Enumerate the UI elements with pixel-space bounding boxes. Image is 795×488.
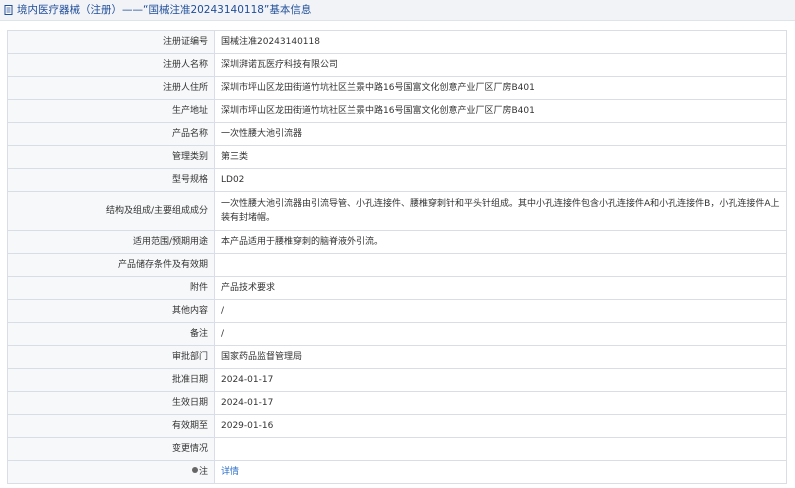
- note-label: 注: [198, 467, 208, 477]
- row-value: /: [214, 299, 787, 323]
- table-row: 注 详情: [7, 460, 787, 484]
- row-value: 2024-01-17: [214, 391, 787, 415]
- table-row: 注册人住所 深圳市坪山区龙田街道竹坑社区兰景中路16号国富文化创意产业厂区厂房B…: [7, 76, 787, 100]
- details-link[interactable]: 详情: [221, 467, 239, 477]
- row-label: 注册人住所: [7, 76, 215, 100]
- row-value: 详情: [214, 460, 787, 484]
- table-row: 注册证编号 国械注准20243140118: [7, 30, 787, 54]
- table-row: 生产地址 深圳市坪山区龙田街道竹坑社区兰景中路16号国富文化创意产业厂区厂房B4…: [7, 99, 787, 123]
- table-row: 产品储存条件及有效期: [7, 253, 787, 277]
- table-row: 变更情况: [7, 437, 787, 461]
- row-value: [214, 253, 787, 277]
- table-row: 注册人名称 深圳湃诺瓦医疗科技有限公司: [7, 53, 787, 77]
- row-value: 2024-01-17: [214, 368, 787, 392]
- row-value: 一次性腰大池引流器: [214, 122, 787, 146]
- row-label: 管理类别: [7, 145, 215, 169]
- row-label: 其他内容: [7, 299, 215, 323]
- table-row: 适用范围/预期用途 本产品适用于腰椎穿刺的脑脊液外引流。: [7, 230, 787, 254]
- row-value: 深圳市坪山区龙田街道竹坑社区兰景中路16号国富文化创意产业厂区厂房B401: [214, 76, 787, 100]
- row-label: 产品储存条件及有效期: [7, 253, 215, 277]
- document-icon: [4, 5, 13, 15]
- row-value: [214, 437, 787, 461]
- row-value: LD02: [214, 168, 787, 192]
- row-value: 产品技术要求: [214, 276, 787, 300]
- table-row: 结构及组成/主要组成成分 一次性腰大池引流器由引流导管、小孔连接件、腰椎穿刺针和…: [7, 191, 787, 231]
- row-label: 生产地址: [7, 99, 215, 123]
- row-label: 生效日期: [7, 391, 215, 415]
- table-row: 有效期至 2029-01-16: [7, 414, 787, 438]
- table-row: 型号规格 LD02: [7, 168, 787, 192]
- row-label: 结构及组成/主要组成成分: [7, 191, 215, 231]
- row-value: 本产品适用于腰椎穿刺的脑脊液外引流。: [214, 230, 787, 254]
- row-label: 型号规格: [7, 168, 215, 192]
- table-row: 审批部门 国家药品监督管理局: [7, 345, 787, 369]
- row-value: 第三类: [214, 145, 787, 169]
- page-title: 境内医疗器械（注册）——“国械注准20243140118”基本信息: [17, 4, 312, 16]
- row-value: 国械注准20243140118: [214, 30, 787, 54]
- row-label: 有效期至: [7, 414, 215, 438]
- row-label: 审批部门: [7, 345, 215, 369]
- note-icon: [191, 467, 198, 473]
- row-label: 注册证编号: [7, 30, 215, 54]
- table-row: 批准日期 2024-01-17: [7, 368, 787, 392]
- row-label: 产品名称: [7, 122, 215, 146]
- table-row: 产品名称 一次性腰大池引流器: [7, 122, 787, 146]
- row-label: 附件: [7, 276, 215, 300]
- table-row: 生效日期 2024-01-17: [7, 391, 787, 415]
- table-row: 附件 产品技术要求: [7, 276, 787, 300]
- row-value: 深圳湃诺瓦医疗科技有限公司: [214, 53, 787, 77]
- row-label: 注册人名称: [7, 53, 215, 77]
- table-row: 备注 /: [7, 322, 787, 346]
- row-label: 批准日期: [7, 368, 215, 392]
- info-table: 注册证编号 国械注准20243140118 注册人名称 深圳湃诺瓦医疗科技有限公…: [7, 30, 787, 484]
- table-row: 其他内容 /: [7, 299, 787, 323]
- row-value: 国家药品监督管理局: [214, 345, 787, 369]
- table-row: 管理类别 第三类: [7, 145, 787, 169]
- row-value: 深圳市坪山区龙田街道竹坑社区兰景中路16号国富文化创意产业厂区厂房B401: [214, 99, 787, 123]
- row-label: 变更情况: [7, 437, 215, 461]
- row-value: 2029-01-16: [214, 414, 787, 438]
- row-value: /: [214, 322, 787, 346]
- row-label-note: 注: [7, 460, 215, 484]
- row-value: 一次性腰大池引流器由引流导管、小孔连接件、腰椎穿刺针和平头针组成。其中小孔连接件…: [214, 191, 787, 231]
- page-title-bar: 境内医疗器械（注册）——“国械注准20243140118”基本信息: [0, 0, 795, 21]
- row-label: 备注: [7, 322, 215, 346]
- row-label: 适用范围/预期用途: [7, 230, 215, 254]
